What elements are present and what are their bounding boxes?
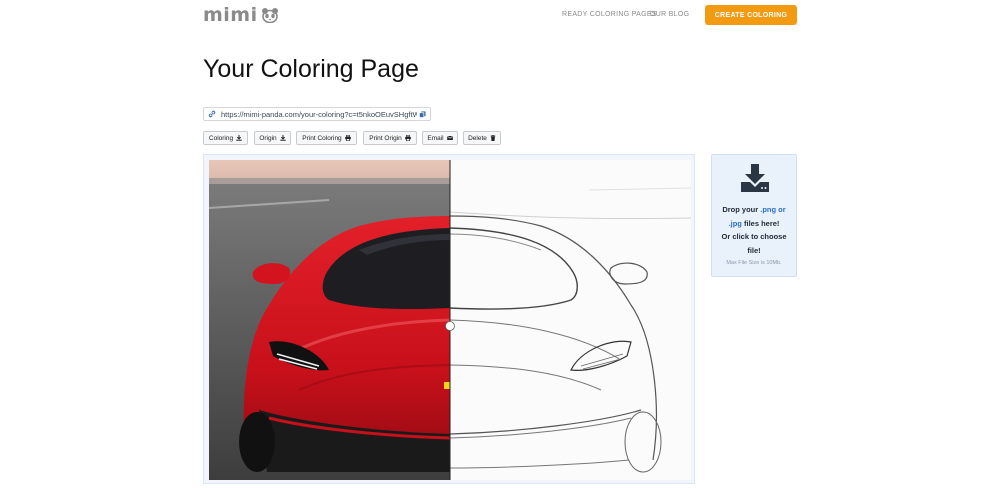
coloring-canvas-frame (203, 154, 695, 484)
upload-text-prefix: Drop your (722, 205, 761, 214)
share-url-text: https://mimi-panda.com/your-coloring?c=t… (221, 109, 417, 119)
download-icon (236, 135, 242, 141)
print-icon (404, 135, 411, 141)
trash-icon (490, 135, 496, 141)
upload-instructions: Drop your .png or .jpg files here! Or cl… (716, 203, 792, 257)
print-icon (344, 135, 351, 141)
print-origin-label: Print Origin (369, 134, 402, 142)
max-file-size-note: Max File Size is 10Mb. (726, 260, 782, 266)
page-title: Your Coloring Page (203, 55, 419, 83)
email-label: Email (427, 134, 444, 142)
download-icon (279, 135, 286, 141)
brand-logo[interactable]: mimi (203, 4, 279, 26)
print-origin-button[interactable]: Print Origin (363, 131, 417, 145)
share-url-field[interactable]: https://mimi-panda.com/your-coloring?c=t… (203, 107, 431, 121)
download-coloring-button[interactable]: Coloring (203, 131, 248, 145)
comparison-image[interactable] (209, 160, 691, 480)
download-coloring-label: Coloring (208, 134, 234, 142)
copy-icon[interactable] (419, 110, 426, 118)
download-tray-icon (741, 164, 769, 192)
panda-icon (261, 8, 278, 23)
envelope-icon (446, 136, 453, 140)
create-coloring-button[interactable]: CREATE COLORING (705, 5, 797, 25)
jpg-format-label: .jpg (728, 218, 742, 228)
download-origin-button[interactable]: Origin (254, 131, 291, 145)
email-button[interactable]: Email (422, 131, 458, 145)
nav-our-blog[interactable]: OUR BLOG (650, 11, 689, 18)
download-origin-label: Origin (259, 134, 277, 142)
png-format-label: .png (760, 205, 777, 214)
brand-name: mimi (203, 4, 258, 26)
upload-text-or-click: Or click to choose file! (721, 232, 787, 255)
delete-label: Delete (468, 134, 487, 142)
print-coloring-button[interactable]: Print Coloring (296, 131, 357, 145)
nav-ready-coloring-pages[interactable]: READY COLORING PAGES (562, 11, 657, 18)
upload-text-files-here: files here! (741, 218, 780, 228)
compare-slider-handle[interactable] (445, 321, 455, 331)
delete-button[interactable]: Delete (463, 131, 501, 145)
link-icon (208, 110, 216, 118)
upload-drop-zone[interactable]: Drop your .png or .jpg files here! Or cl… (711, 154, 797, 277)
coloring-sketch-half (450, 160, 691, 480)
print-coloring-label: Print Coloring (302, 134, 342, 142)
upload-text-or: or (776, 205, 786, 214)
